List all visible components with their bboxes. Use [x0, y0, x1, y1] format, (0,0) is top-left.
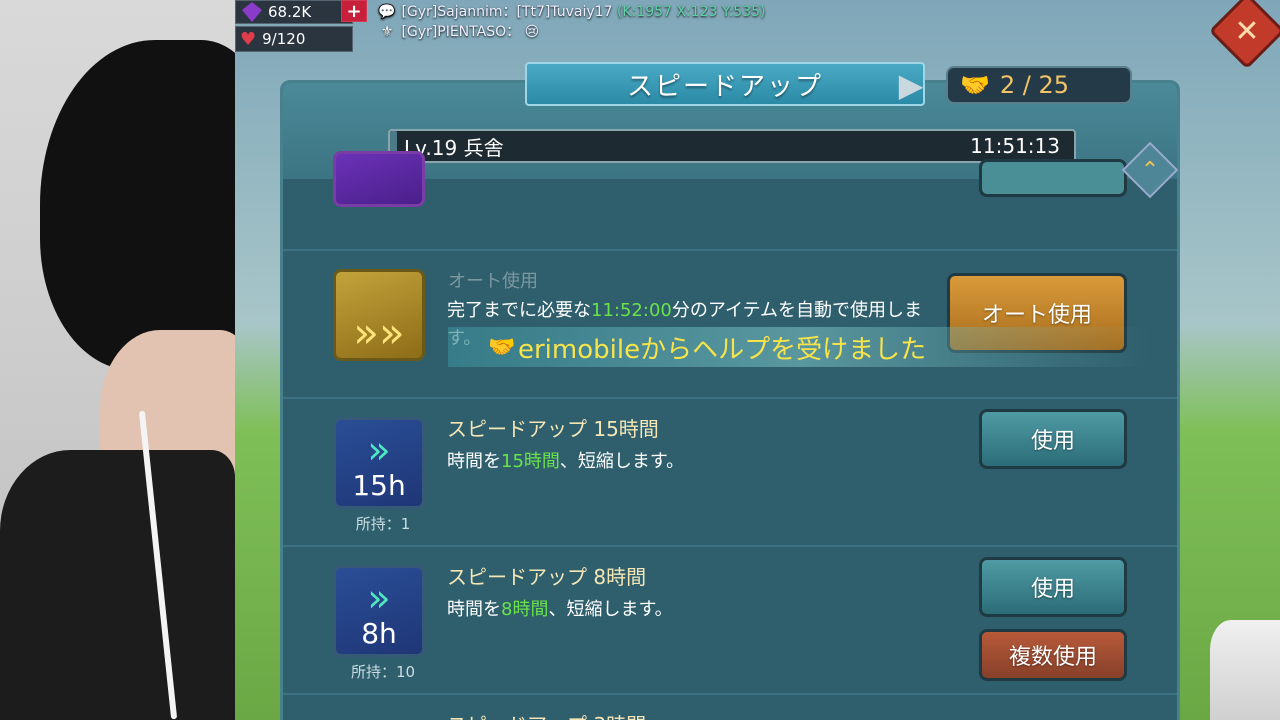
multi-use-button[interactable]: 複数使用 [979, 629, 1127, 681]
item-text: スピードアップ 8時間 時間を8時間、短縮します。 [447, 561, 927, 624]
item-description: 時間を15時間、短縮します。 [447, 451, 685, 472]
help-count-badge: 🤝 2 / 25 [946, 66, 1132, 104]
use-button[interactable]: 使用 [979, 557, 1127, 617]
auto-speedup-icon: »» [333, 269, 425, 361]
gems-value: 68.2K [268, 3, 312, 21]
chat-line-1: 💬 [Gyr]Sajannim：[Tt7]Tuvaiy17 (K:1957 X:… [378, 4, 766, 20]
help-notice-toast: 🤝 erimobileからヘルプを受けました [448, 327, 1148, 367]
game-view: 68.2K + ♥ 9/120 💬 [Gyr]Sajannim：[Tt7]Tuv… [235, 0, 1280, 720]
arrows-icon: » [367, 576, 391, 620]
stamina-counter: ♥ 9/120 [235, 26, 353, 52]
owned-count: 所持：10 [350, 663, 416, 681]
list-item [283, 151, 1177, 251]
help-count: 2 / 25 [999, 71, 1070, 99]
gems-counter: 68.2K [235, 0, 353, 24]
progress-time: 11:51:13 [970, 134, 1060, 158]
next-arrow-icon[interactable]: ▶ [895, 66, 927, 104]
panel-title: スピードアップ [525, 62, 925, 106]
item-text: スピードアップ 15時間 時間を15時間、短縮します。 [447, 413, 927, 476]
stamina-value: 9/120 [262, 30, 306, 48]
icon-label: 8h [361, 617, 397, 650]
partial-use-button[interactable] [979, 159, 1127, 197]
item-title: スピードアップ 8時間 [447, 565, 647, 589]
item-title: スピードアップ 3時間 [447, 709, 646, 720]
gem-icon [242, 2, 262, 22]
use-button[interactable]: 使用 [979, 409, 1127, 469]
handshake-icon: 🤝 [960, 71, 990, 99]
webcam-overlay [0, 0, 235, 720]
chat-bubble-icon: 💬 [378, 4, 396, 20]
chat-coords-link[interactable]: (K:1957 X:123 Y:535) [617, 4, 766, 20]
handshake-icon: 🤝 [488, 334, 516, 360]
list-item: » 15h 所持：1 スピードアップ 15時間 時間を15時間、短縮します。 使… [283, 399, 1177, 547]
add-gems-button[interactable]: + [341, 0, 367, 22]
heart-icon: ♥ [240, 28, 257, 50]
chat-preview[interactable]: 💬 [Gyr]Sajannim：[Tt7]Tuvaiy17 (K:1957 X:… [377, 2, 765, 42]
speedup-15h-icon: » 15h [333, 417, 425, 509]
item-list: »» オート使用 完了までに必要な11:52:00分のアイテムを自動で使用します… [283, 151, 1177, 720]
arrows-icon: »» [353, 308, 405, 357]
item-title: スピードアップ 15時間 [447, 417, 659, 441]
owned-count: 所持：1 [355, 515, 411, 533]
speedup-8h-icon: » 8h [333, 565, 425, 657]
speedup-panel: Lv.19 兵舎 11:51:13 »» オート使用 完了までに必要な11:52… [280, 80, 1180, 720]
background-decoration [1210, 620, 1280, 720]
arrows-icon: » [367, 428, 391, 472]
item-description: 時間を8時間、短縮します。 [447, 599, 673, 620]
notice-text: erimobileからヘルプを受けました [518, 334, 927, 365]
chevron-up-icon: ⌃ [1140, 157, 1160, 183]
chat-line-2: ⚜ [Gyr]PIENTASO： 😢 [377, 22, 765, 42]
emoji-icon: 😢 [524, 24, 540, 40]
guild-badge-icon: ⚜ [380, 24, 394, 40]
icon-label: 15h [352, 469, 406, 502]
close-button[interactable]: ✕ [1208, 0, 1280, 70]
webcam-person-shirt [0, 450, 235, 720]
gem-item-icon [333, 151, 425, 207]
webcam-person-hair [40, 40, 235, 370]
list-item: スピードアップ 3時間 [283, 695, 1177, 720]
auto-use-ghost-label: オート使用 [448, 271, 538, 292]
build-progress-bar: Lv.19 兵舎 11:51:13 [388, 129, 1076, 163]
list-item: » 8h 所持：10 スピードアップ 8時間 時間を8時間、短縮します。 使用 … [283, 547, 1177, 695]
list-item: »» オート使用 完了までに必要な11:52:00分のアイテムを自動で使用します… [283, 251, 1177, 399]
close-icon: ✕ [1234, 13, 1260, 49]
